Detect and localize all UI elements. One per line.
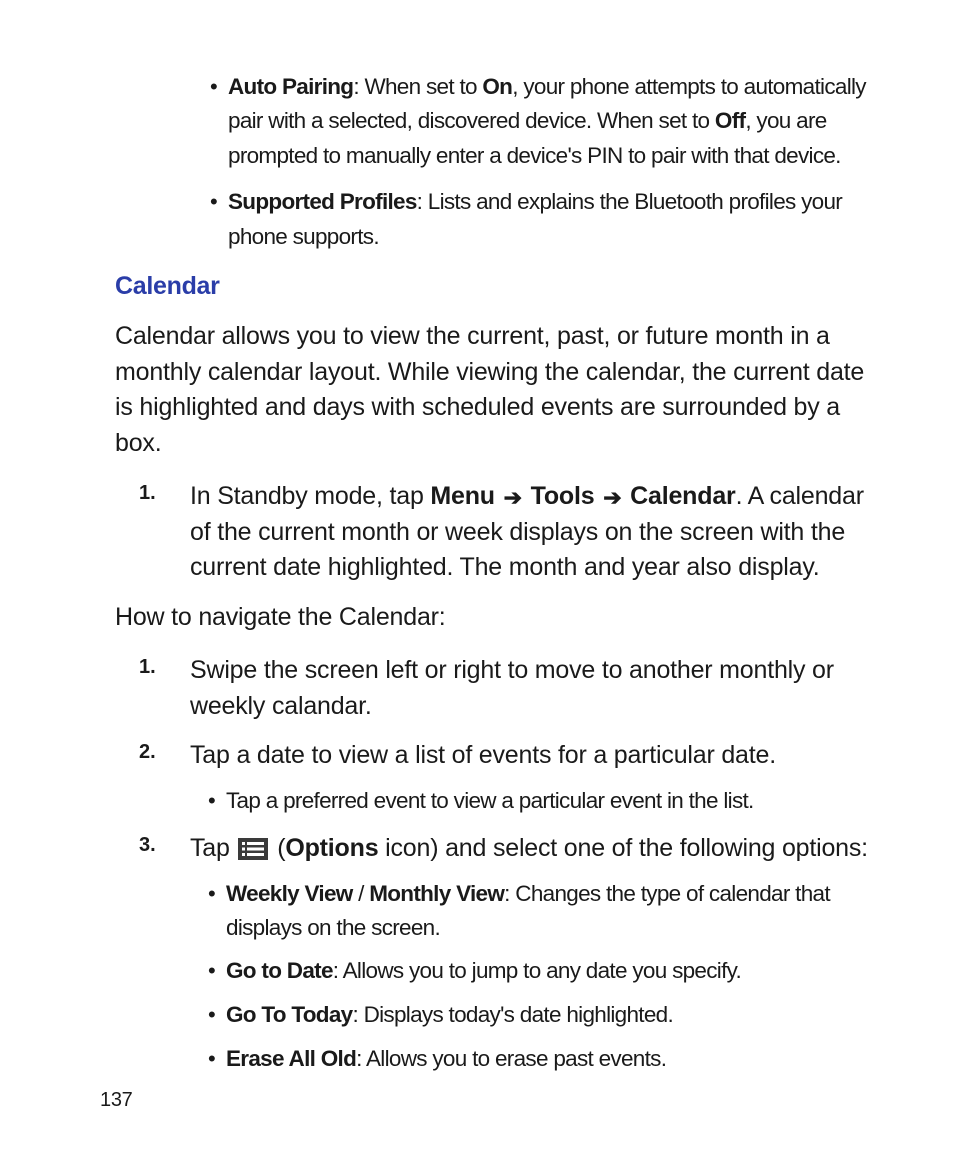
step-text: Tap (Options icon) and select one of the… — [190, 831, 884, 867]
options-list: Weekly View / Monthly View: Changes the … — [208, 877, 884, 1076]
nav-step-2-sub: Tap a preferred event to view a particul… — [208, 784, 884, 818]
bold-off: Off — [715, 108, 745, 133]
step-number: 1. — [139, 482, 156, 505]
page-content: Auto Pairing: When set to On, your phone… — [0, 0, 954, 1130]
intro-paragraph: Calendar allows you to view the current,… — [115, 319, 884, 461]
option-weekly-monthly: Weekly View / Monthly View: Changes the … — [208, 877, 884, 945]
top-bullet-list: Auto Pairing: When set to On, your phone… — [210, 70, 884, 254]
step-number: 2. — [139, 741, 156, 764]
step-1: 1. In Standby mode, tap Menu ➔ Tools ➔ C… — [100, 479, 884, 586]
bold-on: On — [482, 74, 512, 99]
sub-bullet: Tap a preferred event to view a particul… — [208, 784, 884, 818]
options-list-icon — [238, 838, 268, 860]
page-number: 137 — [100, 1089, 132, 1112]
nav-step-3: 3. Tap (Options icon) and select one of … — [100, 831, 884, 1075]
arrow-icon: ➔ — [504, 482, 522, 513]
bullet-supported-profiles: Supported Profiles: Lists and explains t… — [210, 185, 884, 254]
step-text: In Standby mode, tap Menu ➔ Tools ➔ Cale… — [190, 479, 884, 586]
text: : When set to — [353, 74, 482, 99]
nav-step-2: 2. Tap a date to view a list of events f… — [100, 738, 884, 817]
bullet-auto-pairing: Auto Pairing: When set to On, your phone… — [210, 70, 884, 173]
step-number: 3. — [139, 834, 156, 857]
option-go-to-date: Go to Date: Allows you to jump to any da… — [208, 954, 884, 988]
label: Supported Profiles — [228, 189, 417, 214]
section-heading-calendar: Calendar — [115, 272, 884, 301]
arrow-icon: ➔ — [603, 482, 621, 513]
label: Auto Pairing — [228, 74, 353, 99]
option-erase-all-old: Erase All Old: Allows you to erase past … — [208, 1042, 884, 1076]
step-number: 1. — [139, 656, 156, 679]
step-text: Swipe the screen left or right to move t… — [190, 653, 884, 724]
option-go-to-today: Go To Today: Displays today's date highl… — [208, 998, 884, 1032]
setup-steps: 1. In Standby mode, tap Menu ➔ Tools ➔ C… — [100, 479, 884, 586]
nav-step-1: 1. Swipe the screen left or right to mov… — [100, 653, 884, 724]
nav-label: How to navigate the Calendar: — [115, 600, 884, 636]
nav-steps: 1. Swipe the screen left or right to mov… — [100, 653, 884, 1076]
step-text: Tap a date to view a list of events for … — [190, 738, 884, 774]
